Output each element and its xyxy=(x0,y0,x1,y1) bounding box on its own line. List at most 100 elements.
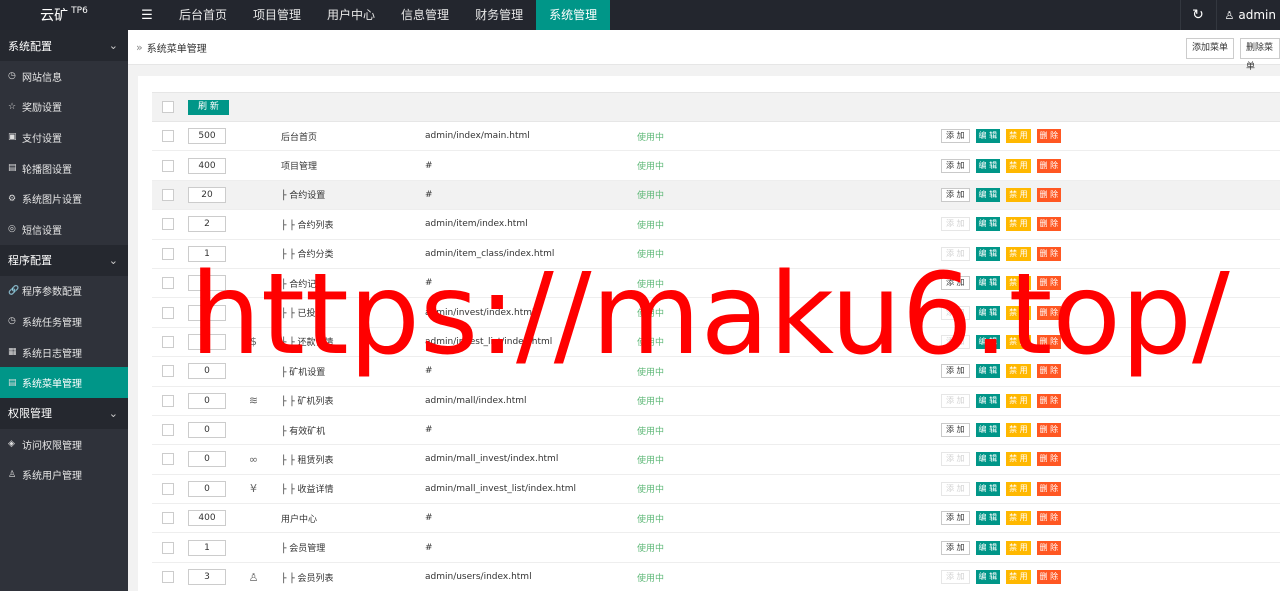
sort-input[interactable]: 0 xyxy=(188,422,226,439)
disable-button[interactable]: 禁 用 xyxy=(1006,158,1031,173)
edit-button[interactable]: 编 辑 xyxy=(975,511,1001,526)
row-checkbox[interactable] xyxy=(162,512,174,525)
row-checkbox[interactable] xyxy=(162,218,174,231)
delete-button[interactable]: 删 除 xyxy=(1036,158,1062,173)
sidebar-item[interactable]: ⚙ 系统图片设置 xyxy=(0,183,128,214)
row-checkbox[interactable] xyxy=(162,365,174,378)
sidebar-item[interactable]: ◷ 系统任务管理 xyxy=(0,306,128,337)
edit-button[interactable]: 编 辑 xyxy=(975,158,1001,173)
add-button[interactable]: 添 加 xyxy=(941,187,970,202)
top-nav-item[interactable]: 系统管理 xyxy=(536,0,611,30)
select-all-checkbox[interactable] xyxy=(162,101,174,113)
edit-button[interactable]: 编 辑 xyxy=(975,187,1001,202)
sort-input[interactable]: 0 xyxy=(188,392,226,409)
row-checkbox[interactable] xyxy=(162,571,174,584)
add-button[interactable]: 添 加 xyxy=(941,158,970,173)
sidebar-item[interactable]: ♙ 系统用户管理 xyxy=(0,460,128,491)
edit-button[interactable]: 编 辑 xyxy=(975,393,1001,408)
disable-button[interactable]: 禁 用 xyxy=(1006,187,1031,202)
sort-input[interactable]: 3 xyxy=(188,569,226,586)
add-button[interactable]: 添 加 xyxy=(941,217,970,232)
add-menu-button[interactable]: 添加菜单 xyxy=(1186,38,1235,59)
edit-button[interactable]: 编 辑 xyxy=(975,129,1001,144)
row-checkbox[interactable] xyxy=(162,394,174,407)
edit-button[interactable]: 编 辑 xyxy=(975,217,1001,232)
delete-button[interactable]: 删 除 xyxy=(1036,481,1062,496)
add-button[interactable]: 添 加 xyxy=(941,540,970,555)
add-button[interactable]: 添 加 xyxy=(941,393,970,408)
row-checkbox[interactable] xyxy=(162,424,174,437)
sort-input[interactable]: 20 xyxy=(188,186,226,203)
top-nav-item[interactable]: 信息管理 xyxy=(388,0,462,30)
disable-button[interactable]: 禁 用 xyxy=(1006,393,1031,408)
disable-button[interactable]: 禁 用 xyxy=(1006,452,1031,467)
top-nav-item[interactable]: 财务管理 xyxy=(462,0,536,30)
add-button[interactable]: 添 加 xyxy=(941,481,970,496)
row-checkbox[interactable] xyxy=(162,130,174,143)
sidebar-item[interactable]: ▣ 支付设置 xyxy=(0,122,128,153)
delete-button[interactable]: 删 除 xyxy=(1036,129,1062,144)
sidebar-group[interactable]: 系统配置 ⌄ xyxy=(0,30,128,61)
hamburger-icon[interactable]: ☰ xyxy=(128,0,166,30)
delete-button[interactable]: 删 除 xyxy=(1036,217,1062,232)
row-checkbox[interactable] xyxy=(162,335,174,348)
row-checkbox[interactable] xyxy=(162,277,174,290)
disable-button[interactable]: 禁 用 xyxy=(1006,570,1031,585)
top-nav-item[interactable]: 用户中心 xyxy=(314,0,388,30)
sidebar-item[interactable]: 🔗 程序参数配置 xyxy=(0,276,128,307)
refresh-icon[interactable]: ↻ xyxy=(1179,0,1216,30)
sidebar-group[interactable]: 程序配置 ⌄ xyxy=(0,244,128,276)
disable-button[interactable]: 禁 用 xyxy=(1006,481,1031,496)
sort-input[interactable]: 0 xyxy=(188,480,226,497)
add-button[interactable]: 添 加 xyxy=(941,129,970,144)
top-nav-item[interactable]: 项目管理 xyxy=(240,0,314,30)
row-checkbox[interactable] xyxy=(162,482,174,495)
sort-input[interactable]: 1 xyxy=(188,539,226,556)
refresh-button[interactable]: 刷 新 xyxy=(188,99,229,115)
sort-input[interactable]: 0 xyxy=(188,451,226,468)
delete-button[interactable]: 删 除 xyxy=(1036,423,1062,438)
top-nav-item[interactable]: 后台首页 xyxy=(166,0,240,30)
delete-button[interactable]: 删 除 xyxy=(1036,187,1062,202)
edit-button[interactable]: 编 辑 xyxy=(975,423,1001,438)
delete-button[interactable]: 删 除 xyxy=(1036,511,1062,526)
row-checkbox[interactable] xyxy=(162,188,174,201)
delete-button[interactable]: 删 除 xyxy=(1036,540,1062,555)
delete-button[interactable]: 删 除 xyxy=(1036,452,1062,467)
sort-input[interactable]: 2 xyxy=(188,216,226,233)
sidebar-item[interactable]: ◎ 短信设置 xyxy=(0,214,128,245)
add-button[interactable]: 添 加 xyxy=(941,423,970,438)
user-menu[interactable]: ♙ admin xyxy=(1215,0,1280,30)
edit-button[interactable]: 编 辑 xyxy=(975,540,1001,555)
add-button[interactable]: 添 加 xyxy=(941,511,970,526)
delete-button[interactable]: 删 除 xyxy=(1036,570,1062,585)
add-button[interactable]: 添 加 xyxy=(941,452,970,467)
disable-button[interactable]: 禁 用 xyxy=(1006,540,1031,555)
sidebar-item[interactable]: ▤ 系统菜单管理 xyxy=(0,367,128,398)
sidebar-item[interactable]: ▦ 系统日志管理 xyxy=(0,337,128,368)
disable-button[interactable]: 禁 用 xyxy=(1006,423,1031,438)
sidebar-item[interactable]: ◈ 访问权限管理 xyxy=(0,429,128,460)
edit-button[interactable]: 编 辑 xyxy=(975,570,1001,585)
add-button[interactable]: 添 加 xyxy=(941,570,970,585)
sort-input[interactable]: 500 xyxy=(188,128,226,145)
disable-button[interactable]: 禁 用 xyxy=(1006,217,1031,232)
disable-button[interactable]: 禁 用 xyxy=(1006,129,1031,144)
sidebar-item[interactable]: ☆ 奖励设置 xyxy=(0,92,128,123)
edit-button[interactable]: 编 辑 xyxy=(975,452,1001,467)
sidebar-item[interactable]: ▤ 轮播图设置 xyxy=(0,153,128,184)
row-checkbox[interactable] xyxy=(162,306,174,319)
delete-menu-button[interactable]: 删除菜单 xyxy=(1240,38,1280,72)
disable-button[interactable]: 禁 用 xyxy=(1006,511,1031,526)
sidebar-item[interactable]: ◷ 网站信息 xyxy=(0,61,128,92)
sort-input[interactable]: 400 xyxy=(188,510,226,527)
logo[interactable]: 云矿 TP6 xyxy=(0,0,128,30)
sidebar-group[interactable]: 权限管理 ⌄ xyxy=(0,397,128,429)
row-checkbox[interactable] xyxy=(162,159,174,172)
sort-input[interactable]: 400 xyxy=(188,157,226,174)
edit-button[interactable]: 编 辑 xyxy=(975,481,1001,496)
row-checkbox[interactable] xyxy=(162,247,174,260)
delete-button[interactable]: 删 除 xyxy=(1036,393,1062,408)
row-checkbox[interactable] xyxy=(162,541,174,554)
row-checkbox[interactable] xyxy=(162,453,174,466)
